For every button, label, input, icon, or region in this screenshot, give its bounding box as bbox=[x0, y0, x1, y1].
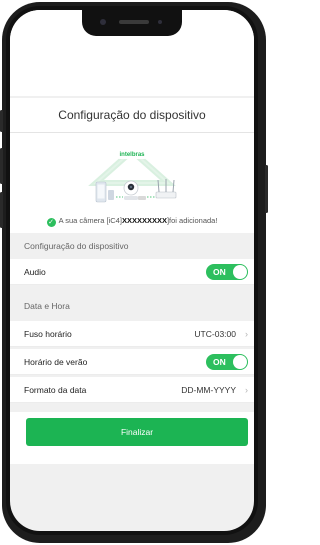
check-circle-icon: ✓ bbox=[46, 218, 56, 227]
brand-logo: intelbras bbox=[119, 152, 145, 158]
footer: Finalizar bbox=[10, 412, 254, 464]
speaker-grille bbox=[119, 20, 149, 24]
timezone-row[interactable]: Fuso horário UTC-03:00 › bbox=[10, 321, 254, 347]
audio-row: Audio ON bbox=[10, 259, 254, 285]
timezone-label: Fuso horário bbox=[24, 329, 72, 339]
chevron-right-icon: › bbox=[245, 329, 248, 339]
front-camera-icon bbox=[100, 19, 106, 25]
router-illustration-icon bbox=[155, 191, 177, 199]
date-format-row[interactable]: Formato da data DD-MM-YYYY › bbox=[10, 377, 254, 403]
sensor-icon bbox=[158, 20, 162, 24]
toggle-knob bbox=[233, 355, 247, 369]
dst-label: Horário de verão bbox=[24, 357, 88, 367]
timezone-value: UTC-03:00 bbox=[194, 329, 236, 339]
cable-illustration-icon bbox=[138, 196, 146, 200]
phone-volume-up-button bbox=[0, 148, 3, 184]
section-device-settings: Configuração do dispositivo bbox=[10, 234, 254, 258]
audio-toggle[interactable]: ON bbox=[206, 264, 248, 280]
dst-toggle[interactable]: ON bbox=[206, 354, 248, 370]
dst-toggle-text: ON bbox=[213, 357, 226, 367]
device-added-banner: intelbras ✓ A sua câmera [iC4]XXXXXXXXX]f… bbox=[10, 133, 254, 233]
devices-illustration-icon: intelbras bbox=[88, 146, 177, 203]
dst-row: Horário de verão ON bbox=[10, 349, 254, 375]
phone-power-button bbox=[265, 165, 268, 213]
finish-button[interactable]: Finalizar bbox=[26, 418, 248, 446]
toggle-knob bbox=[233, 265, 247, 279]
chevron-right-icon: › bbox=[245, 385, 248, 395]
section-date-time: Data e Hora bbox=[10, 294, 254, 318]
audio-label: Audio bbox=[24, 267, 46, 277]
phone-volume-down-button bbox=[0, 192, 3, 228]
small-phone-illustration-icon bbox=[108, 190, 114, 200]
screen: Configuração do dispositivo intelbras ✓ A… bbox=[10, 10, 254, 531]
date-format-label: Formato da data bbox=[24, 385, 87, 395]
phone-side-button bbox=[0, 110, 3, 132]
page-title: Configuração do dispositivo bbox=[10, 98, 254, 133]
notch bbox=[82, 10, 182, 36]
device-added-message: ✓ A sua câmera [iC4]XXXXXXXXX]foi adicion… bbox=[46, 216, 218, 227]
audio-toggle-text: ON bbox=[213, 267, 226, 277]
date-format-value: DD-MM-YYYY bbox=[181, 385, 236, 395]
